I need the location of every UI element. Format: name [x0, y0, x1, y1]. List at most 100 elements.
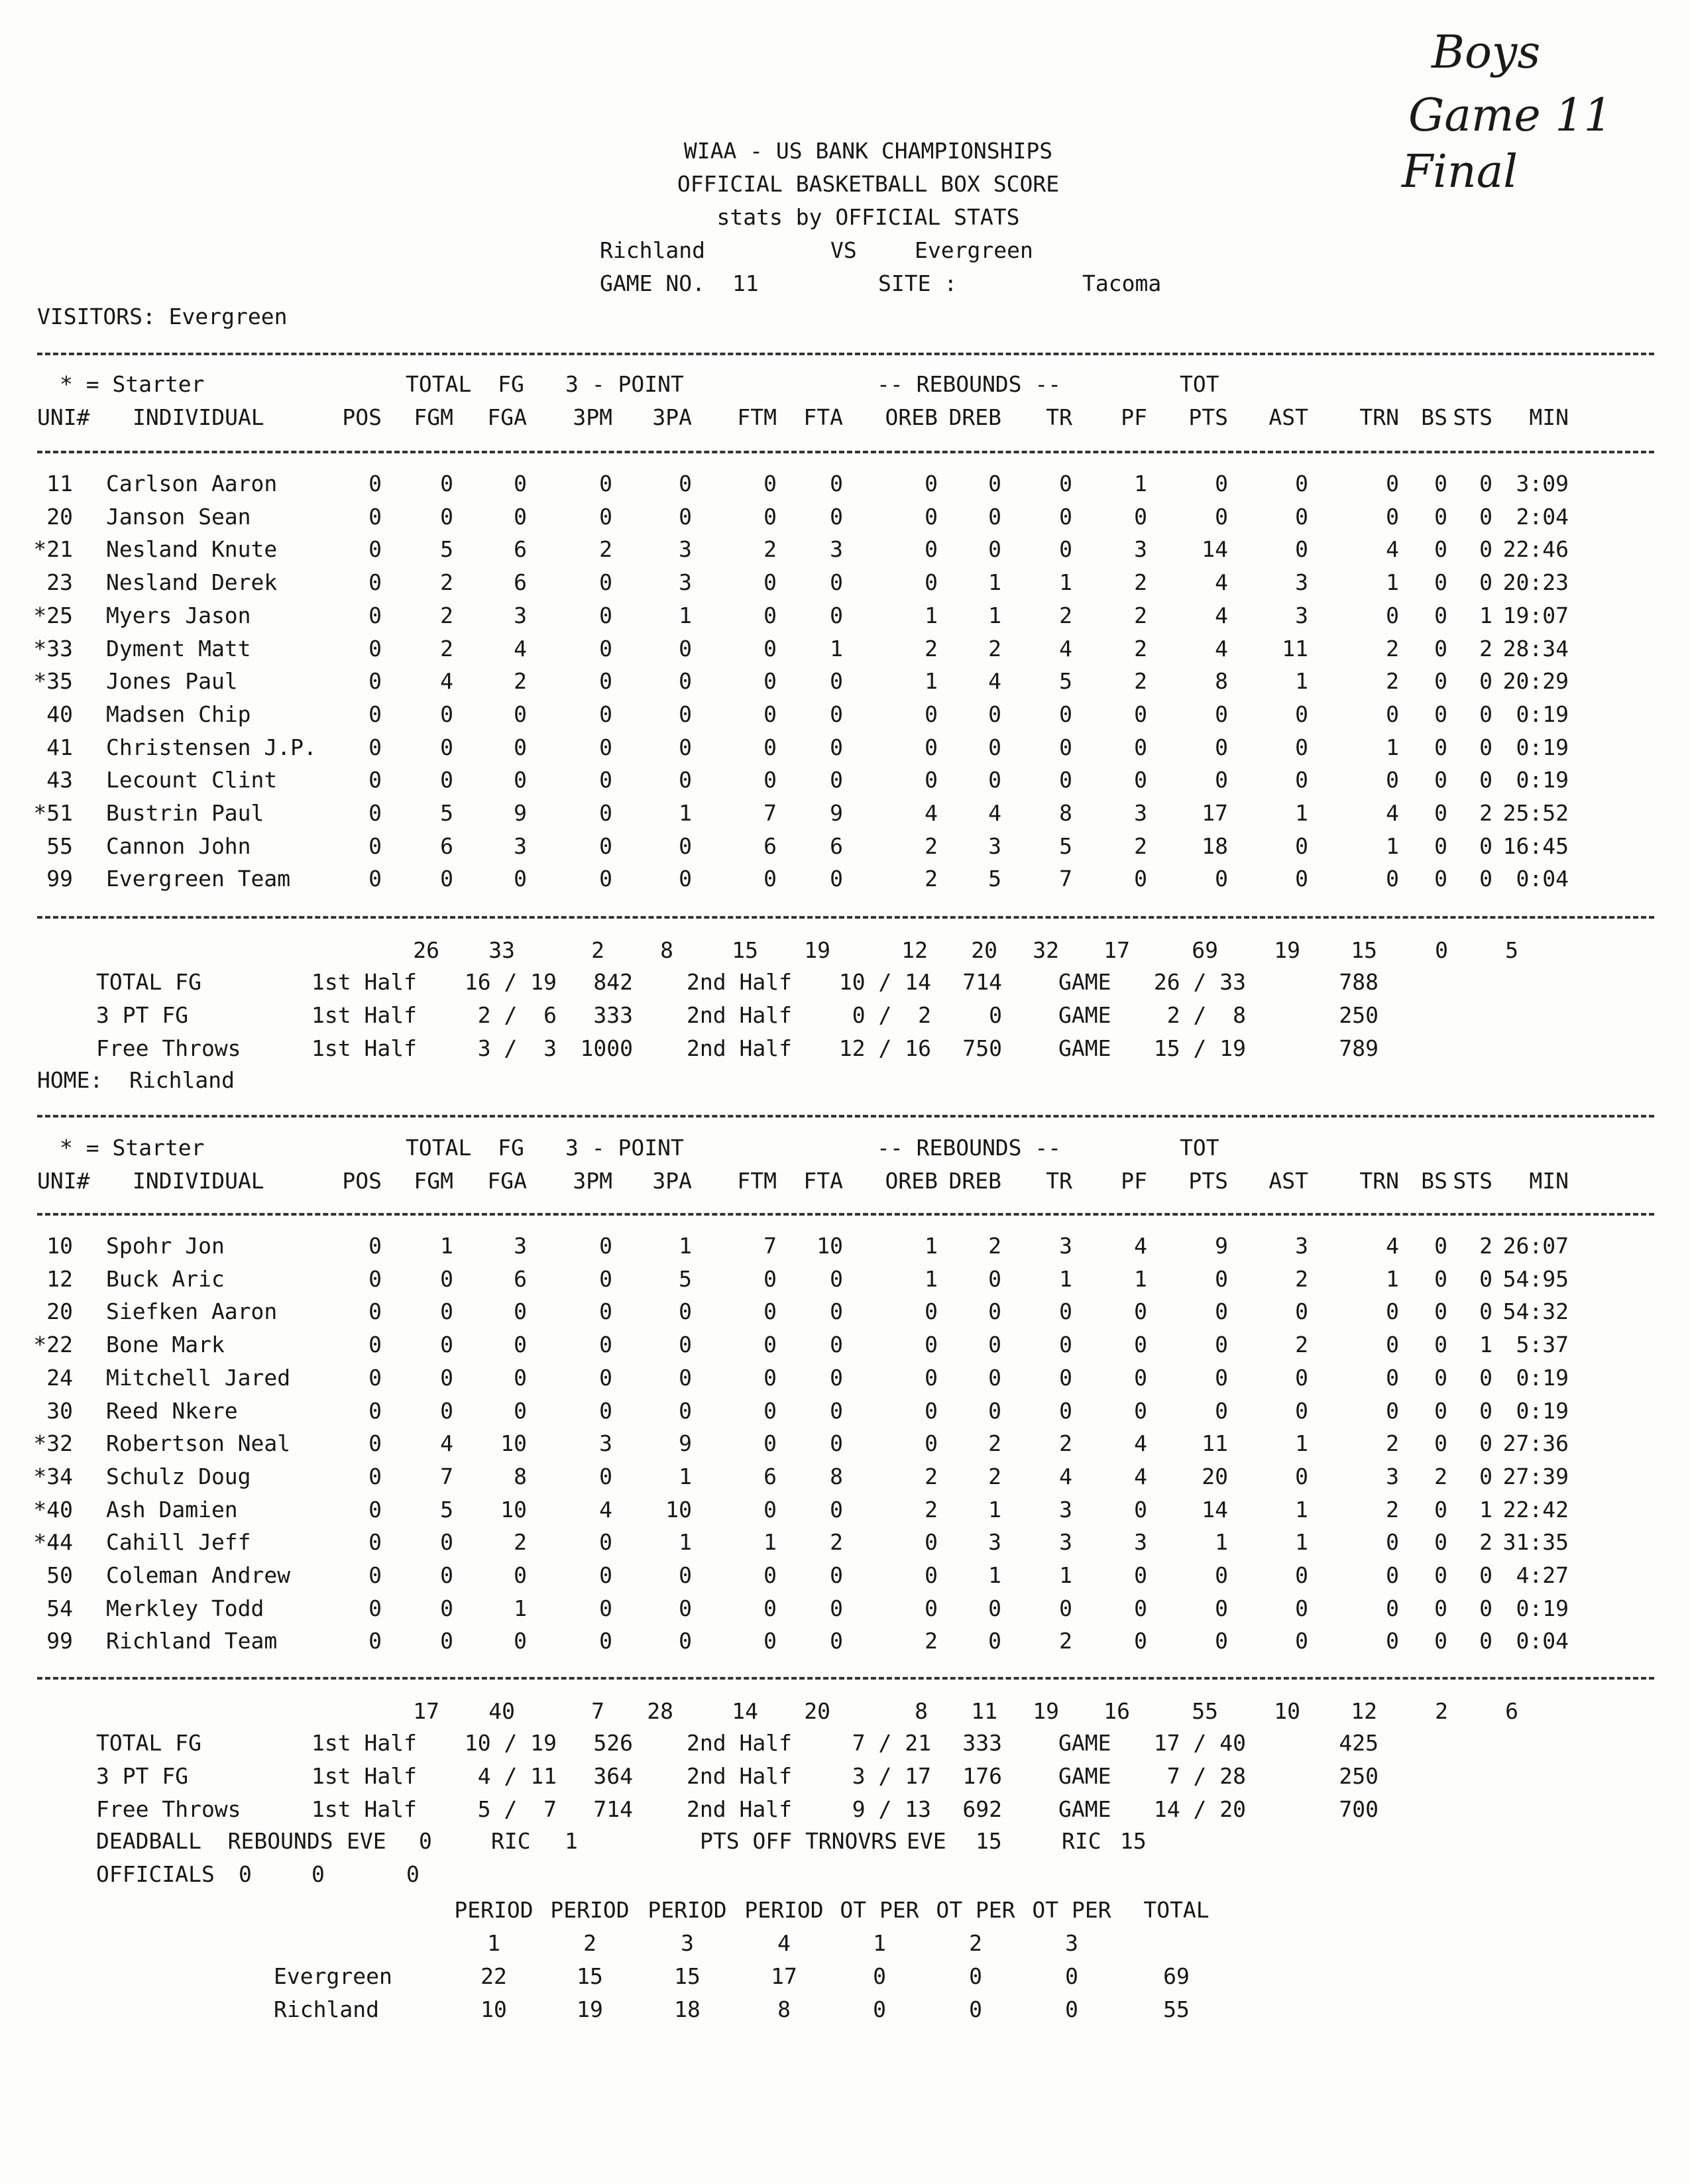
stat-fgm: 0 — [440, 1595, 453, 1621]
stat-tr: 4 — [1059, 635, 1072, 661]
stat-pos: 0 — [368, 471, 382, 496]
stat-sts: 1 — [1479, 602, 1493, 628]
stat-sts: 0 — [1479, 1298, 1493, 1325]
pts-off-ric-label: RIC — [1062, 1828, 1101, 1854]
deadball-ric-label: RIC — [491, 1828, 531, 1854]
stat-pts: 0 — [1215, 767, 1228, 793]
stat-tr: 1 — [1059, 1562, 1072, 1588]
stat-pos: 0 — [368, 800, 382, 826]
stat-pf: 0 — [1134, 1298, 1147, 1325]
stat-dreb: 0 — [988, 734, 1001, 760]
stat-3pa: 3 — [679, 569, 692, 596]
summary-label: 3 PT FG — [96, 1002, 189, 1028]
stat-3pa: 0 — [679, 833, 692, 859]
player-name: Jones Paul — [106, 668, 238, 695]
stat-pos: 0 — [368, 1332, 382, 1358]
officials-value: 0 — [239, 1861, 252, 1887]
player-number: 43 — [46, 767, 73, 793]
stat-ast: 0 — [1295, 1364, 1308, 1391]
team-total: 19 — [1033, 1698, 1059, 1724]
stat-pos: 0 — [368, 1529, 382, 1556]
stat-fgm: 0 — [440, 1628, 453, 1654]
rebounds-header: -- REBOUNDS -- — [877, 1135, 1062, 1161]
stat-pos: 0 — [368, 701, 382, 727]
stat-fta: 0 — [830, 1397, 843, 1424]
team-total: 20 — [971, 937, 997, 963]
stat-fta: 0 — [830, 1332, 843, 1358]
stat-min: 20:23 — [1502, 569, 1569, 596]
stat-pos: 0 — [368, 1430, 382, 1457]
stat-3pm: 0 — [599, 1463, 612, 1489]
starter-legend: * = Starter — [60, 1135, 205, 1161]
stat-sts: 2 — [1479, 1529, 1493, 1556]
uni-header: UNI# — [37, 1168, 90, 1194]
stat-fta: 0 — [830, 1562, 843, 1588]
column-header-pts: PTS — [1188, 1168, 1228, 1194]
stat-min: 3:09 — [1516, 471, 1569, 496]
stat-tr: 1 — [1059, 1265, 1072, 1292]
team-total: 32 — [1033, 937, 1059, 963]
stat-pos: 0 — [368, 1628, 382, 1654]
stat-pts: 4 — [1215, 602, 1228, 628]
stat-tr: 0 — [1059, 1364, 1072, 1391]
summary-first-half-label: 1st Half — [311, 1002, 417, 1028]
summary-first-half-pct: 526 — [593, 1730, 633, 1756]
stat-ast: 0 — [1295, 701, 1308, 727]
stat-3pa: 0 — [679, 734, 692, 760]
player-name: Ash Damien — [106, 1496, 238, 1523]
stat-fta: 0 — [830, 767, 843, 793]
stat-pts: 0 — [1215, 866, 1228, 892]
column-header-pos: POS — [342, 1168, 382, 1194]
stat-fgm: 1 — [440, 1233, 453, 1259]
stat-pf: 4 — [1134, 1430, 1147, 1457]
stat-fga: 6 — [514, 1265, 527, 1292]
stat-pts: 0 — [1215, 1562, 1228, 1588]
team-total: 33 — [488, 937, 515, 963]
stat-fga: 1 — [514, 1595, 527, 1621]
stat-min: 22:46 — [1502, 536, 1569, 563]
period-score: 22 — [480, 1963, 507, 1989]
stat-fta: 0 — [830, 701, 843, 727]
stat-sts: 2 — [1479, 635, 1493, 661]
stat-sts: 0 — [1479, 1463, 1493, 1489]
period-team-name: Evergreen — [274, 1963, 392, 1989]
stat-min: 54:95 — [1502, 1265, 1569, 1292]
stat-pf: 0 — [1134, 1628, 1147, 1654]
stat-fgm: 5 — [440, 536, 453, 563]
header-stats-by: stats by OFFICIAL STATS — [716, 204, 1020, 230]
period-number: 2 — [583, 1930, 596, 1956]
stat-sts: 0 — [1479, 701, 1493, 727]
tot-header: TOT — [1180, 1135, 1219, 1161]
stat-pf: 1 — [1134, 1265, 1147, 1292]
deadball-eve-value: 0 — [419, 1828, 432, 1854]
stat-dreb: 0 — [988, 1397, 1001, 1424]
summary-second-half-pct: 714 — [962, 969, 1002, 995]
stat-tr: 5 — [1059, 668, 1072, 695]
player-name: Carlson Aaron — [106, 471, 278, 496]
summary-first-half-value: 5 / 7 — [477, 1796, 557, 1822]
stat-min: 25:52 — [1502, 800, 1569, 826]
player-name: Nesland Derek — [106, 569, 278, 596]
stat-fga: 0 — [514, 701, 527, 727]
stat-tr: 0 — [1059, 503, 1072, 530]
stat-fta: 0 — [830, 471, 843, 496]
stat-3pm: 0 — [599, 1364, 612, 1391]
summary-second-half-label: 2nd Half — [687, 1002, 792, 1028]
tot-header: TOT — [1180, 371, 1219, 397]
summary-second-half-value: 0 / 2 — [852, 1002, 931, 1028]
stat-3pm: 0 — [599, 1529, 612, 1556]
stat-ast: 1 — [1295, 800, 1308, 826]
stat-3pa: 1 — [679, 800, 692, 826]
uni-header: UNI# — [37, 404, 90, 430]
stat-pf: 0 — [1134, 767, 1147, 793]
stat-3pa: 0 — [679, 1628, 692, 1654]
player-number: 50 — [46, 1562, 73, 1588]
stat-pf: 0 — [1134, 1496, 1147, 1523]
handwritten-note-final: Final — [1402, 146, 1518, 198]
three-point-header: 3 - POINT — [565, 371, 684, 397]
stat-pf: 2 — [1134, 668, 1147, 695]
stat-3pm: 0 — [599, 1595, 612, 1621]
stat-3pa: 0 — [679, 503, 692, 530]
team-total: 0 — [1435, 937, 1448, 963]
stat-pos: 0 — [368, 1463, 382, 1489]
